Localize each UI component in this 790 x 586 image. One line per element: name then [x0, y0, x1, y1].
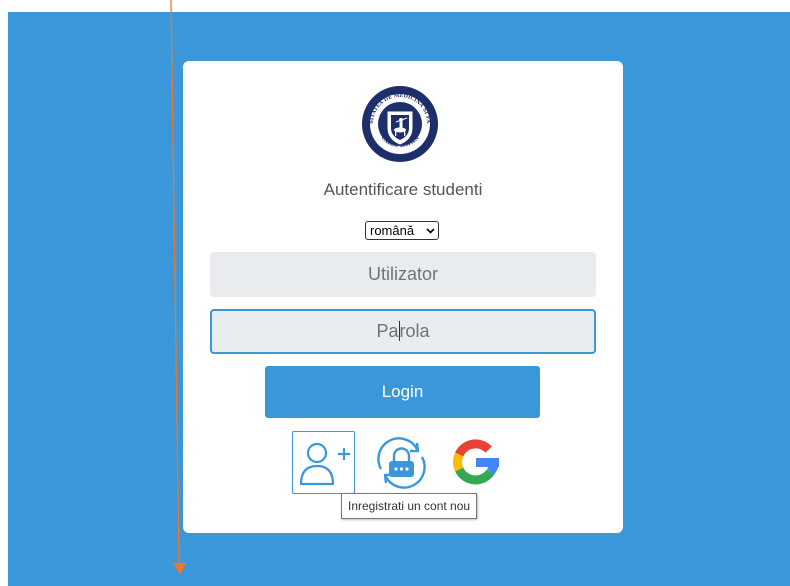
reset-password-button[interactable] — [370, 431, 433, 494]
language-select[interactable]: română — [365, 221, 439, 240]
google-login-button[interactable] — [445, 431, 508, 494]
password-placeholder-end: rola — [399, 321, 430, 341]
chevron-down-icon — [426, 224, 435, 241]
username-input[interactable]: Utilizator — [210, 252, 596, 297]
password-reset-icon — [377, 437, 426, 489]
university-logo: UNIVERSITATEA DE MEDICINA SI FARMACIE CA… — [357, 80, 440, 164]
university-seal-icon: UNIVERSITATEA DE MEDICINA SI FARMACIE CA… — [357, 80, 438, 162]
login-button[interactable]: Login — [265, 366, 540, 418]
google-icon — [453, 439, 499, 485]
language-select-value: română — [370, 223, 415, 238]
page-title: Autentificare studenti — [323, 180, 483, 199]
register-button[interactable] — [292, 431, 355, 494]
username-placeholder: Utilizator — [367, 264, 438, 284]
add-user-icon — [299, 442, 350, 486]
register-tooltip: Inregistrati un cont nou — [341, 493, 478, 519]
password-placeholder-start: Pa — [376, 321, 399, 341]
password-input[interactable]: Parola — [210, 309, 596, 354]
